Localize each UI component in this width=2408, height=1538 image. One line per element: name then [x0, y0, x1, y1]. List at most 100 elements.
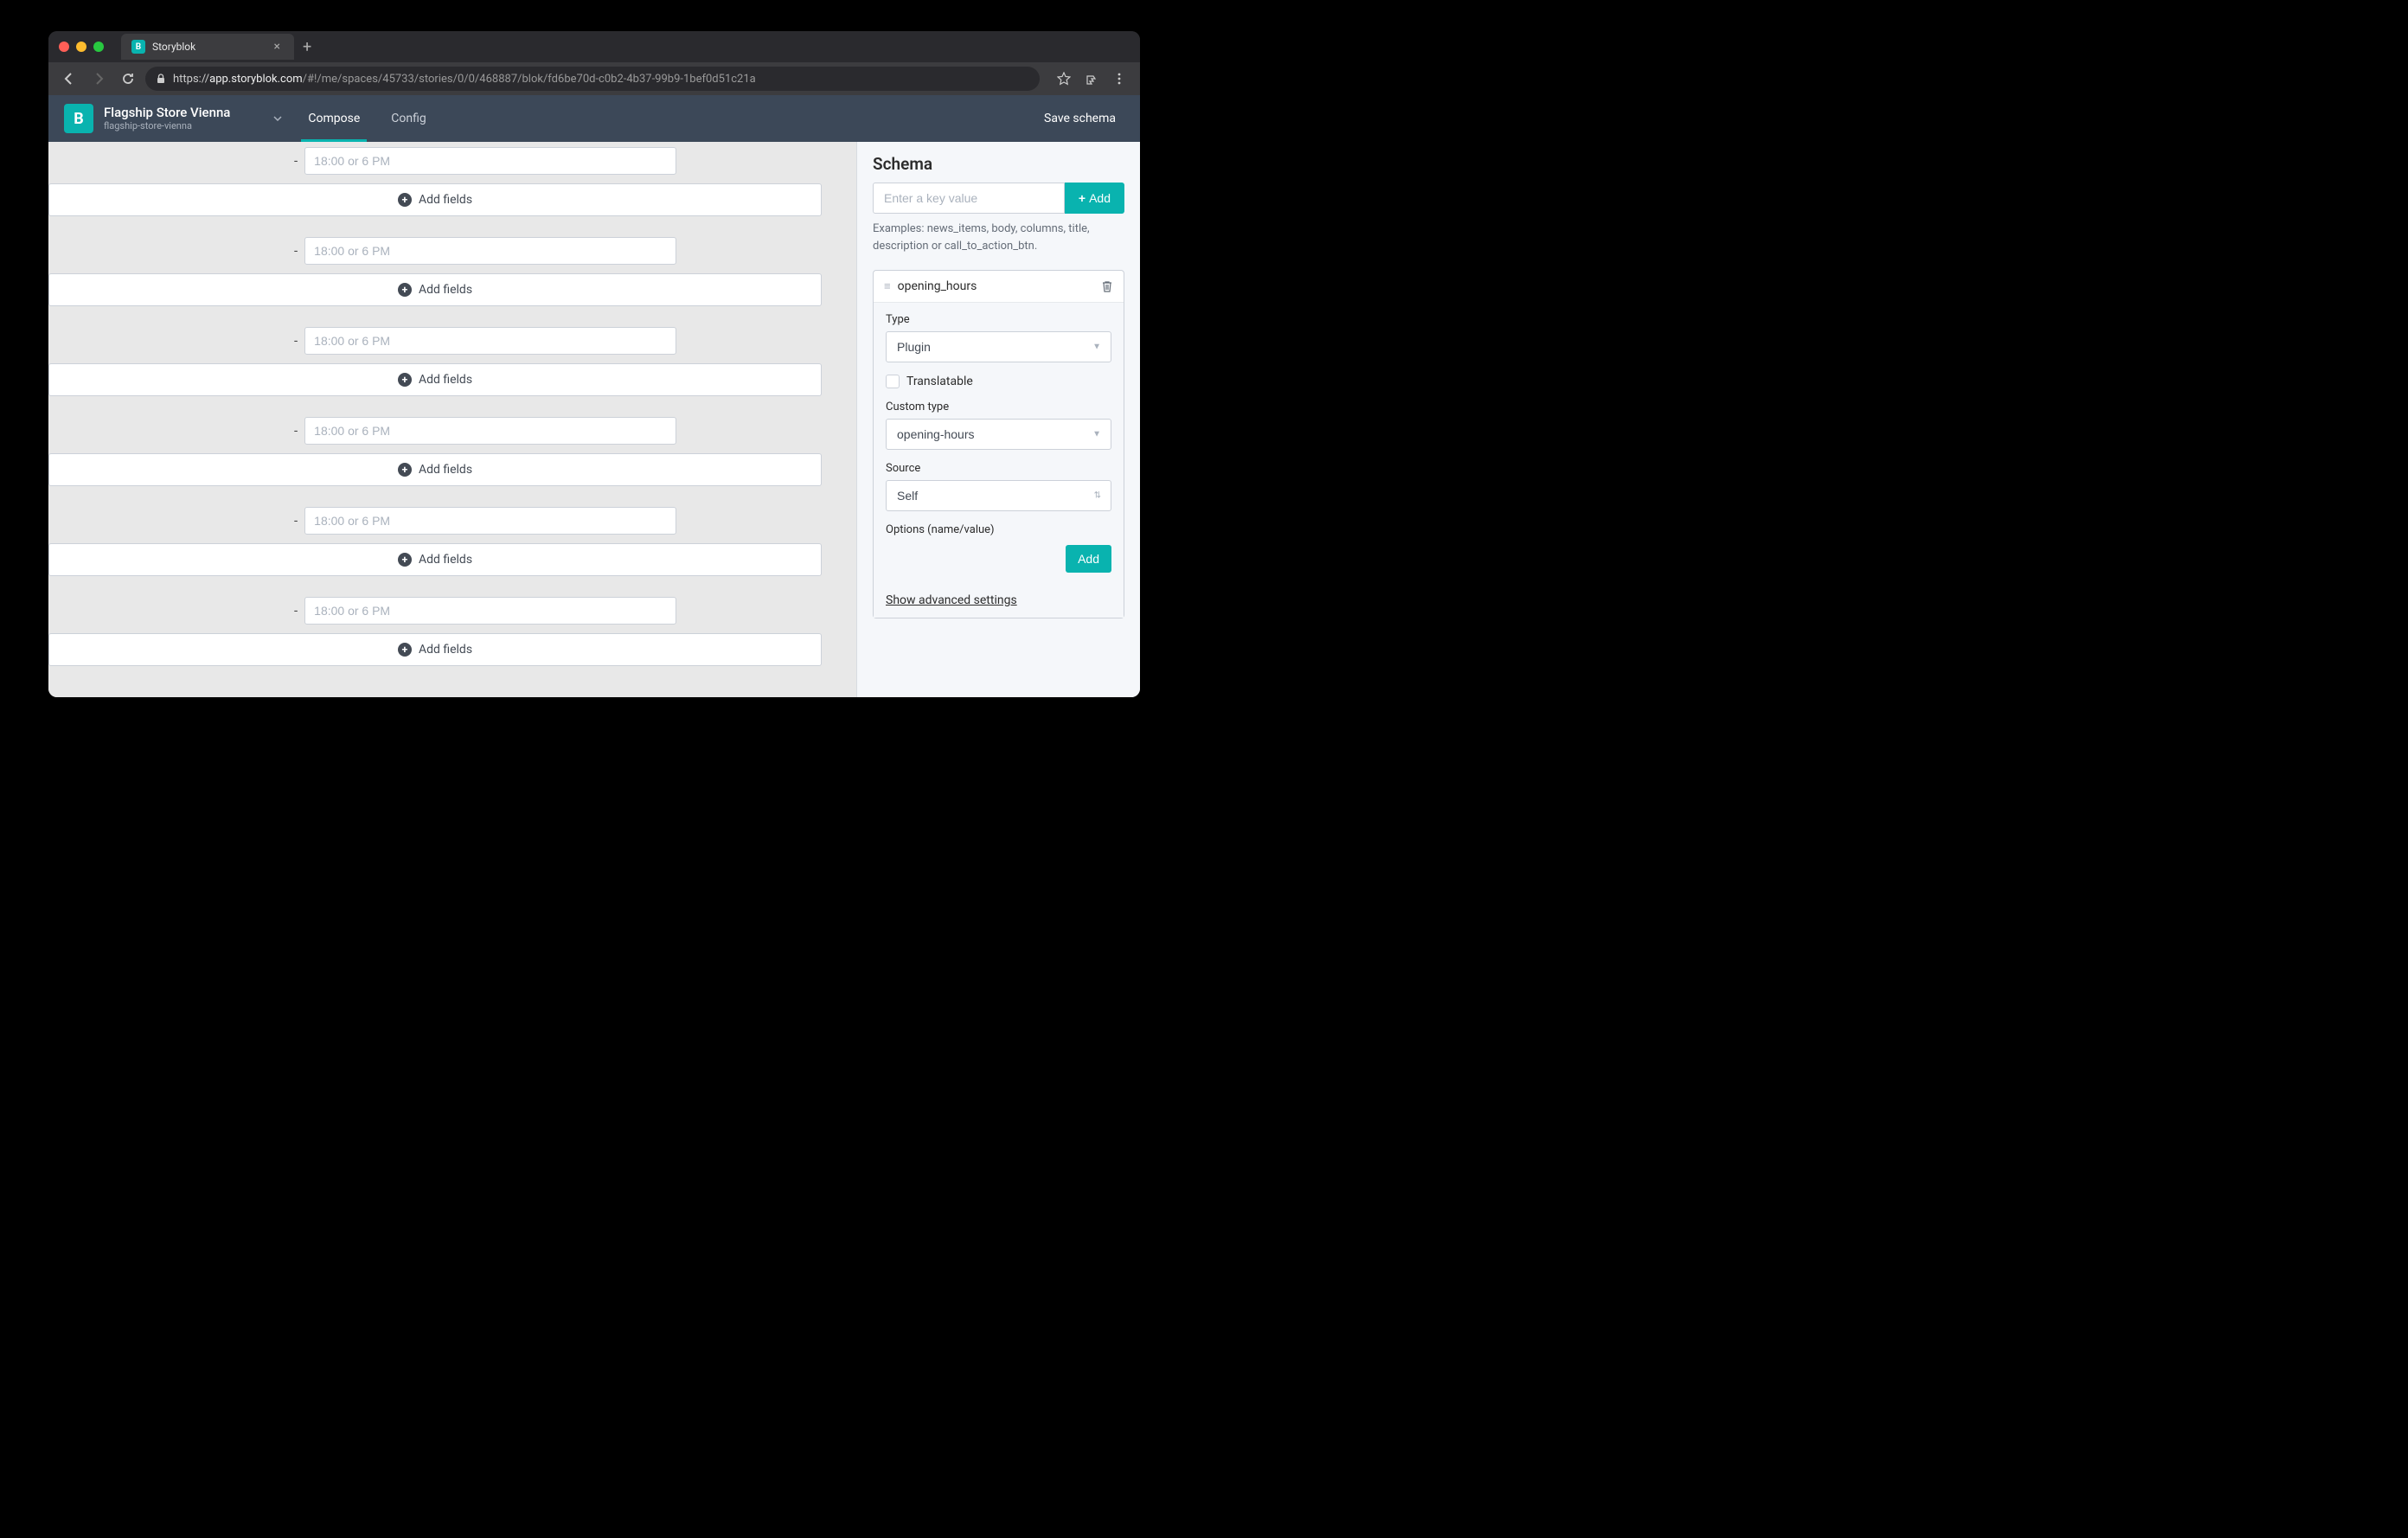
schema-panel: Schema + Add Examples: news_items, body,… — [856, 142, 1140, 697]
window-zoom-button[interactable] — [93, 42, 104, 52]
translatable-checkbox[interactable] — [886, 375, 900, 388]
add-key-row: + Add — [873, 183, 1124, 214]
add-fields-button[interactable]: +Add fields — [48, 543, 822, 576]
time-from-spacer — [48, 237, 287, 265]
browser-toolbar: https://app.storyblok.com/#!/me/spaces/4… — [48, 62, 1140, 95]
tab-compose[interactable]: Compose — [294, 95, 374, 142]
key-input[interactable] — [873, 183, 1065, 214]
dash-separator: - — [294, 603, 298, 618]
tab-close-icon[interactable]: × — [271, 40, 284, 54]
browser-tab[interactable]: B Storyblok × — [121, 34, 294, 60]
add-fields-label: Add fields — [419, 283, 472, 297]
space-slug: flagship-store-vienna — [104, 120, 230, 131]
time-from-spacer — [48, 327, 287, 355]
field-card-header[interactable]: ≡ opening_hours — [874, 271, 1124, 303]
plus-icon: + — [1079, 191, 1086, 205]
dash-separator: - — [294, 423, 298, 439]
type-select[interactable]: Plugin — [886, 331, 1111, 362]
add-fields-label: Add fields — [419, 373, 472, 387]
time-to-input[interactable] — [304, 417, 676, 445]
add-option-button[interactable]: Add — [1066, 545, 1111, 573]
schema-title: Schema — [873, 154, 1124, 174]
translatable-checkbox-row[interactable]: Translatable — [886, 375, 1111, 388]
header-tabs: Compose Config — [265, 95, 439, 142]
lock-icon — [156, 74, 166, 84]
back-button[interactable] — [57, 67, 81, 91]
save-schema-button[interactable]: Save schema — [1035, 112, 1124, 125]
dash-separator: - — [294, 243, 298, 259]
add-fields-label: Add fields — [419, 643, 472, 657]
time-to-input[interactable] — [304, 147, 676, 175]
arrow-left-icon — [62, 72, 76, 86]
add-key-button[interactable]: + Add — [1065, 183, 1124, 214]
plus-circle-icon: + — [398, 283, 412, 297]
puzzle-icon — [1085, 72, 1098, 86]
dots-vertical-icon — [1112, 72, 1126, 86]
plus-circle-icon: + — [398, 193, 412, 207]
add-fields-button[interactable]: + Add fields — [48, 453, 822, 486]
app-body: - + Add fields - + Add fields - + Add fields - + Ad… — [48, 142, 1140, 697]
drag-handle-icon[interactable]: ≡ — [884, 279, 891, 293]
browser-menu-button[interactable] — [1107, 67, 1131, 91]
time-row: - — [48, 502, 856, 540]
time-to-input[interactable] — [304, 327, 676, 355]
time-row: - — [48, 412, 856, 450]
dash-separator: - — [294, 153, 298, 169]
traffic-lights — [59, 42, 104, 52]
advanced-settings-link[interactable]: Show advanced settings — [886, 590, 1111, 607]
time-row: - — [48, 142, 856, 180]
tab-config[interactable]: Config — [377, 95, 439, 142]
titlebar: B Storyblok × + — [48, 31, 1140, 62]
time-from-spacer — [48, 507, 287, 535]
browser-window: B Storyblok × + https://app.storyblok.co… — [48, 31, 1140, 697]
time-row: - — [48, 592, 856, 630]
time-to-input[interactable] — [304, 507, 676, 535]
add-fields-button[interactable]: +Add fields — [48, 183, 822, 216]
translatable-label: Translatable — [906, 375, 973, 388]
add-fields-button[interactable]: + Add fields — [48, 633, 822, 666]
options-label: Options (name/value) — [886, 523, 1111, 536]
time-to-input[interactable] — [304, 237, 676, 265]
space-info: Flagship Store Vienna flagship-store-vie… — [104, 105, 230, 131]
window-minimize-button[interactable] — [76, 42, 86, 52]
browser-tabs: B Storyblok × + — [121, 34, 320, 60]
forward-button[interactable] — [86, 67, 111, 91]
reload-button[interactable] — [116, 67, 140, 91]
time-row: - — [48, 232, 856, 270]
app-content: B Flagship Store Vienna flagship-store-v… — [48, 95, 1140, 697]
time-to-input[interactable] — [304, 597, 676, 625]
dash-separator: - — [294, 513, 298, 529]
delete-field-button[interactable] — [1101, 280, 1113, 292]
plus-circle-icon: + — [398, 463, 412, 477]
storyblok-logo-icon: B — [64, 104, 93, 133]
time-from-spacer — [48, 147, 287, 175]
tab-title: Storyblok — [152, 41, 264, 53]
space-title: Flagship Store Vienna — [104, 105, 230, 120]
window-close-button[interactable] — [59, 42, 69, 52]
add-fields-button[interactable]: +Add fields — [48, 363, 822, 396]
field-card-body: Type Plugin ▼ Translatable — [874, 303, 1124, 618]
time-from-spacer — [48, 417, 287, 445]
caret-down-icon — [273, 116, 282, 121]
source-select[interactable]: Self — [886, 480, 1111, 511]
time-row: - — [48, 322, 856, 360]
add-fields-label: Add fields — [419, 553, 472, 567]
add-fields-button[interactable]: + Add fields — [48, 273, 822, 306]
reload-icon — [121, 72, 135, 86]
header-dropdown[interactable] — [265, 95, 291, 142]
app-header: B Flagship Store Vienna flagship-store-v… — [48, 95, 1140, 142]
new-tab-button[interactable]: + — [294, 38, 320, 56]
trash-icon — [1101, 280, 1113, 292]
address-bar[interactable]: https://app.storyblok.com/#!/me/spaces/4… — [145, 67, 1040, 91]
source-label: Source — [886, 462, 1111, 475]
star-icon — [1057, 72, 1071, 86]
custom-type-select[interactable]: opening-hours — [886, 419, 1111, 450]
plus-circle-icon: + — [398, 643, 412, 657]
extensions-button[interactable] — [1079, 67, 1104, 91]
bookmark-button[interactable] — [1052, 67, 1076, 91]
add-fields-label: Add fields — [419, 463, 472, 477]
custom-type-label: Custom type — [886, 401, 1111, 413]
schema-field-card: ≡ opening_hours Type Plugin — [873, 270, 1124, 618]
type-label: Type — [886, 313, 1111, 326]
arrow-right-icon — [92, 72, 106, 86]
